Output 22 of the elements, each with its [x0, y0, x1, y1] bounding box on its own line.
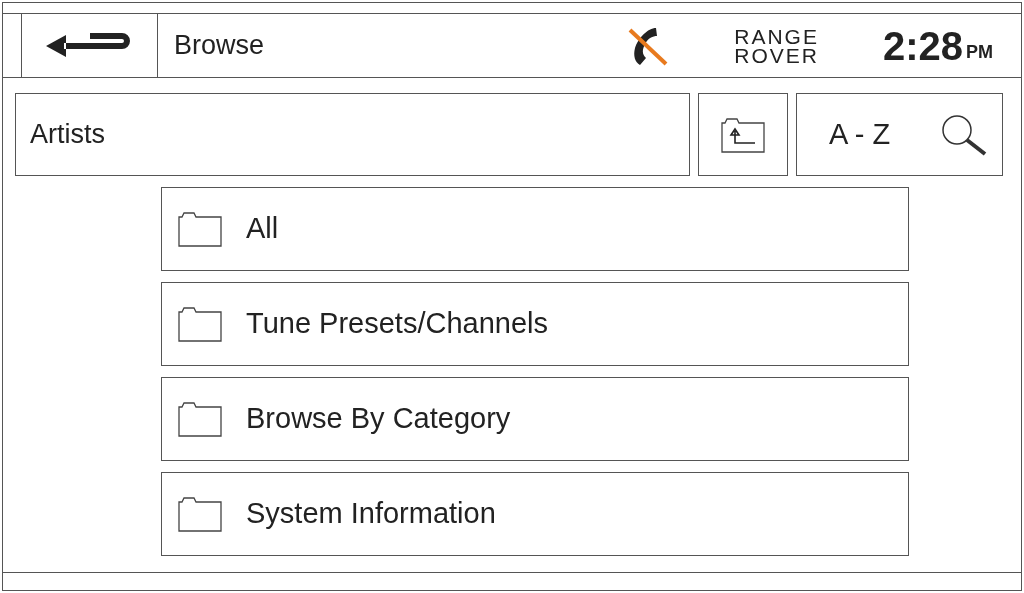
folder-list-item[interactable]: All — [161, 187, 909, 271]
folder-up-icon — [721, 116, 765, 153]
folder-label: All — [246, 211, 279, 247]
folder-list-item[interactable]: Browse By Category — [161, 377, 909, 461]
folder-icon — [178, 306, 222, 342]
folder-label: Tune Presets/Channels — [246, 306, 548, 342]
parent-folder-button[interactable] — [698, 93, 788, 176]
folder-icon — [178, 401, 222, 437]
clock-time: 2:28 — [882, 22, 963, 70]
screen-title: Browse — [174, 29, 265, 63]
folder-label: System Information — [246, 496, 496, 532]
brand-logo: RANGE ROVER — [734, 26, 819, 65]
back-button[interactable] — [21, 13, 158, 78]
folder-list-item[interactable]: Tune Presets/Channels — [161, 282, 909, 366]
az-search-button[interactable]: A - Z — [796, 93, 1003, 176]
search-icon — [940, 112, 988, 157]
folder-icon — [178, 211, 222, 247]
category-field: Artists — [15, 93, 690, 176]
folder-list-item[interactable]: System Information — [161, 472, 909, 556]
folder-label: Browse By Category — [246, 401, 511, 437]
folder-icon — [178, 496, 222, 532]
clock-meridiem: PM — [966, 41, 993, 64]
